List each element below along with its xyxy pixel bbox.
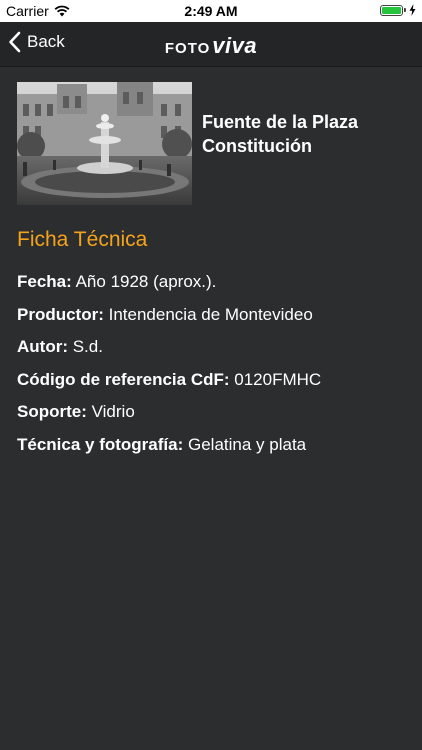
detail-label: Autor:: [17, 337, 68, 357]
section-heading: Ficha Técnica: [17, 228, 148, 251]
status-time: 2:49 AM: [184, 3, 238, 19]
battery-level: [382, 6, 401, 14]
detail-label: Técnica y fotografía:: [17, 434, 184, 454]
detail-value: Vidrio: [91, 402, 135, 422]
battery-cap: [404, 8, 406, 12]
app-logo: FOTOviva: [0, 33, 422, 59]
logo-viva-text: viva: [212, 33, 258, 58]
detail-label: Soporte:: [17, 402, 87, 422]
battery-icon: [380, 4, 403, 16]
detail-row-soporte: Soporte: Vidrio: [17, 401, 407, 423]
detail-value: Año 1928 (aprox.).: [75, 272, 217, 291]
status-bar: Carrier 2:49 AM: [0, 0, 422, 22]
nav-bar: Back FOTOviva: [0, 22, 422, 67]
detail-row-productor: Productor: Intendencia de Montevideo: [17, 304, 407, 326]
detail-row-tecnica: Técnica y fotografía: Gelatina y plata: [17, 434, 407, 456]
detail-value: Intendencia de Montevideo: [108, 304, 313, 324]
detail-label: Productor:: [17, 304, 104, 324]
charging-bolt-icon: [409, 4, 416, 16]
detail-label: Código de referencia CdF:: [17, 369, 230, 389]
detail-row-codigo: Código de referencia CdF: 0120FMHC: [17, 369, 407, 391]
status-right: [380, 4, 416, 16]
item-title: Fuente de la Plaza Constitución: [202, 112, 359, 156]
photo-image: [17, 82, 192, 205]
detail-value: S.d.: [72, 337, 103, 357]
detail-value: 0120FMHC: [234, 369, 322, 389]
detail-row-autor: Autor: S.d.: [17, 336, 407, 358]
detail-value: Gelatina y plata: [188, 434, 307, 454]
item-photo: [17, 82, 192, 205]
detail-label: Fecha:: [17, 272, 72, 291]
details-list: Fecha: Año 1928 (aprox.). Productor: Int…: [17, 271, 407, 467]
logo-foto-text: FOTO: [164, 40, 211, 57]
detail-row-fecha: Fecha: Año 1928 (aprox.).: [17, 271, 407, 293]
